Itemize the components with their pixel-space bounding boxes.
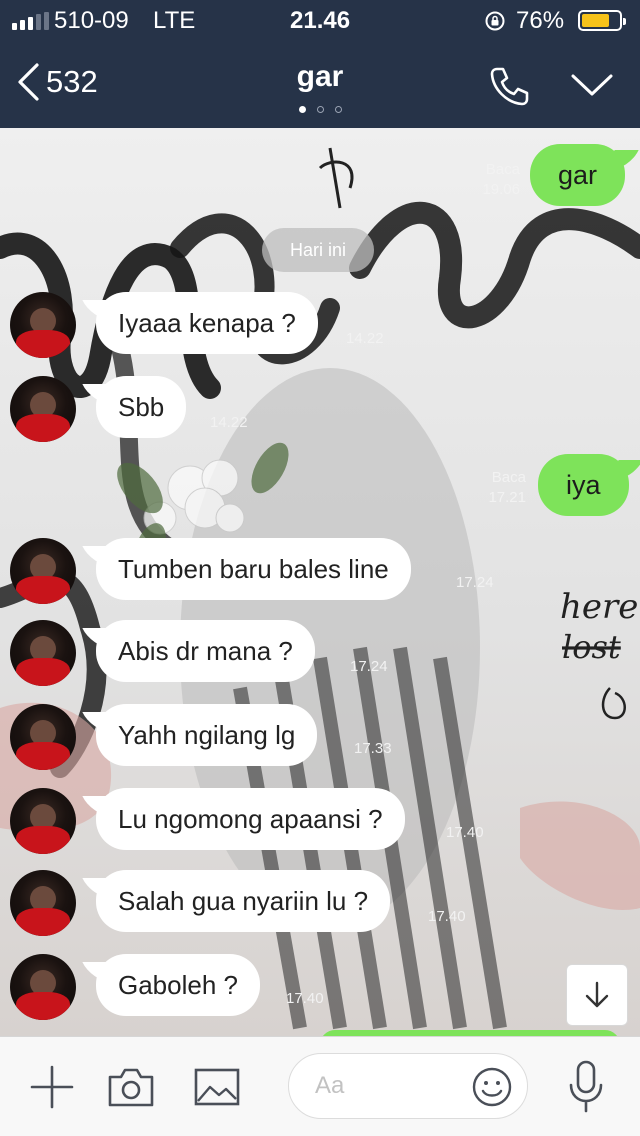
avatar[interactable] <box>10 870 76 936</box>
scroll-to-bottom-button[interactable] <box>566 964 628 1026</box>
message-input-placeholder: Aa <box>315 1072 345 1099</box>
battery-percent: 76% <box>516 7 565 34</box>
message-bubble-incoming[interactable]: Tumben baru bales line <box>96 538 411 600</box>
emoji-icon[interactable] <box>471 1066 513 1108</box>
message-bubble-incoming[interactable]: Sbb <box>96 376 187 438</box>
page-indicator <box>0 106 640 113</box>
page-dot <box>334 106 342 113</box>
top-bar: 510-09 LTE 21.46 76% 532 gar <box>0 0 640 128</box>
message-bubble-incoming[interactable]: Abis dr mana ? <box>96 620 315 682</box>
message-time: 17.24 <box>456 574 494 591</box>
message-bubble-incoming[interactable]: Salah gua nyariin lu ? <box>96 870 391 932</box>
message-bubble-incoming[interactable]: Yahh ngilang lg <box>96 704 318 766</box>
status-bar: 510-09 LTE 21.46 76% <box>0 0 640 40</box>
avatar[interactable] <box>10 620 76 686</box>
read-receipt: Baca 19.06 <box>482 161 520 198</box>
message-bubble-outgoing[interactable]: gar <box>530 144 626 206</box>
message-time: 17.40 <box>428 908 466 925</box>
microphone-icon[interactable] <box>566 1059 606 1115</box>
message-input[interactable]: Aa <box>288 1053 528 1119</box>
avatar[interactable] <box>10 292 76 358</box>
message-bubble-incoming[interactable]: Lu ngomong apaansi ? <box>96 788 405 850</box>
phone-icon[interactable] <box>488 64 532 108</box>
status-time: 21.46 <box>290 7 351 34</box>
carrier-name: 510-09 <box>54 7 129 34</box>
date-separator: Hari ini <box>262 228 374 272</box>
chat-title[interactable]: gar <box>0 60 640 94</box>
message-bubble-incoming[interactable]: Iyaaa kenapa ? <box>96 292 318 354</box>
chat-area[interactable]: here lost Baca 19.06 gar Hari ini Iyaaa k… <box>0 128 640 1036</box>
page-dot <box>316 106 324 113</box>
message-time: 17.40 <box>286 990 324 1007</box>
message-time: 14.22 <box>210 414 248 431</box>
arrow-down-icon <box>585 981 609 1008</box>
image-icon[interactable] <box>192 1063 242 1111</box>
message-time: 17.40 <box>446 824 484 841</box>
input-bar: Aa <box>0 1036 640 1136</box>
wallpaper-text-here: here <box>560 587 638 627</box>
message-bubble-incoming[interactable]: Gaboleh ? <box>96 954 260 1016</box>
message-time: 17.24 <box>350 658 388 675</box>
plus-icon[interactable] <box>28 1063 76 1111</box>
avatar[interactable] <box>10 538 76 604</box>
read-receipt: Baca 17.21 <box>488 469 526 506</box>
avatar[interactable] <box>10 954 76 1020</box>
avatar[interactable] <box>10 376 76 442</box>
message-time: 14.22 <box>346 330 384 347</box>
chevron-down-icon[interactable] <box>570 72 614 98</box>
chat-header: 532 gar <box>0 40 640 128</box>
network-type: LTE <box>153 7 196 34</box>
camera-icon[interactable] <box>106 1063 156 1111</box>
wallpaper-text-lost: lost <box>562 628 621 666</box>
avatar[interactable] <box>10 704 76 770</box>
avatar[interactable] <box>10 788 76 854</box>
battery-icon <box>578 10 626 31</box>
page-dot <box>298 106 306 113</box>
message-bubble-outgoing[interactable]: iya <box>538 454 629 516</box>
message-time: 17.33 <box>354 740 392 757</box>
signal-icon <box>12 12 49 30</box>
rotation-lock-icon <box>485 11 505 31</box>
